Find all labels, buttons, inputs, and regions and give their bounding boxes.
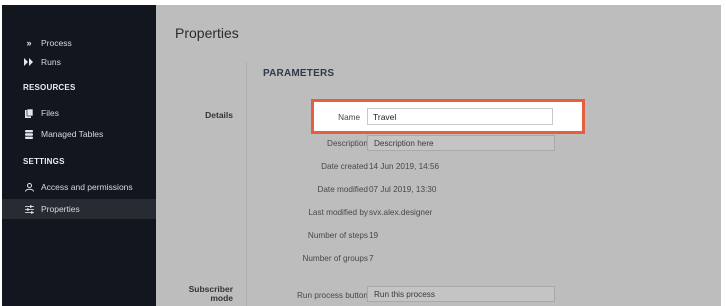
date-modified-value: 07 Jul 2019, 13:30 [369,185,437,194]
last-modified-by-label: Last modified by [308,208,368,217]
resources-heading: RESOURCES [23,83,76,92]
sidebar-item-label: Files [41,108,59,118]
sidebar-item-properties[interactable]: Properties [2,199,156,219]
date-created-label: Date created [321,162,368,171]
sidebar-item-files[interactable]: Files [2,103,156,123]
double-chevron-icon: » [26,38,32,48]
name-label: Name [338,113,360,122]
sidebar-item-process[interactable]: » Process [2,33,156,53]
user-icon [23,182,35,192]
section-divider [246,62,247,306]
number-of-steps-value: 19 [369,231,379,240]
database-icon [23,129,35,139]
sidebar-item-label: Process [41,38,72,48]
name-row-highlight: Name Travel [311,99,585,134]
sidebar-item-label: Access and permissions [41,182,133,192]
page-title: Properties [175,25,239,41]
run-process-button-label: Run process button [296,291,368,300]
details-section-label: Details [205,110,233,120]
description-label: Description [327,139,368,148]
name-input[interactable]: Travel [367,108,553,125]
file-icon [23,108,35,118]
description-input[interactable]: Description here [367,135,555,151]
sidebar-item-label: Runs [41,57,61,67]
sidebar-item-runs[interactable]: Runs [2,52,156,72]
sidebar-item-label: Properties [41,204,80,214]
number-of-steps-label: Number of steps [307,231,368,240]
date-modified-label: Date modified [317,185,368,194]
subscriber-label-line-2: mode [210,293,233,303]
sidebar: » Process Runs RESOURCES Files Managed T… [2,5,156,306]
number-of-groups-value: 7 [369,254,374,263]
last-modified-by-value: svx.alex.designer [369,208,433,217]
number-of-groups-label: Number of groups [302,254,368,263]
play-double-icon [23,58,35,66]
sidebar-item-label: Managed Tables [41,129,104,139]
settings-heading: SETTINGS [23,157,65,166]
sidebar-item-managed-tables[interactable]: Managed Tables [2,124,156,144]
app-window: » Process Runs RESOURCES Files Managed T… [0,0,726,306]
parameters-heading: PARAMETERS [263,68,335,79]
run-process-button-input[interactable]: Run this process [367,286,555,302]
main-content: Properties PARAMETERS Details Name Trave… [156,5,721,306]
subscriber-mode-section-label: Subscriber mode [176,285,233,303]
sidebar-item-access-and-permissions[interactable]: Access and permissions [2,177,156,197]
sliders-icon [23,204,35,214]
date-created-value: 14 Jun 2019, 14:56 [369,162,440,171]
